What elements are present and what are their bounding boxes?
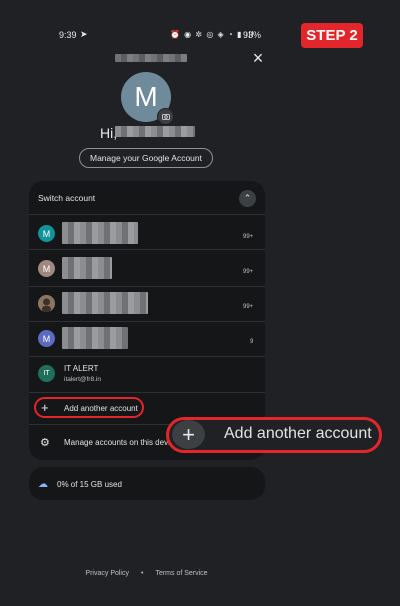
account-name-redacted[interactable] [62,222,138,244]
name-redacted [115,126,195,137]
footer: Privacy Policy • Terms of Service [0,570,293,577]
cloud-icon: ☁ [38,479,48,490]
privacy-policy-link[interactable]: Privacy Policy [85,570,129,577]
manage-accounts-button[interactable]: Manage accounts on this device [64,438,178,447]
account-email[interactable]: italert@fr8.in [64,376,101,383]
manage-accounts-icon[interactable]: ⚙ [40,436,50,449]
plus-icon[interactable]: + [41,400,49,415]
divider [29,392,265,393]
account-name-redacted[interactable] [62,327,128,349]
unread-count: 99+ [243,304,254,310]
battery-level: 93% [243,30,262,40]
status-icons: ⏰ ◉ ✲ ◎ ◈ ◔ ▮ ıll [170,30,255,39]
add-another-account-button[interactable]: Add another account [64,404,138,413]
unread-count: 99+ [243,234,254,240]
unread-count: 99+ [243,269,254,275]
step-badge: STEP 2 [301,23,363,48]
terms-of-service-link[interactable]: Terms of Service [155,570,207,577]
chevron-up-icon[interactable]: ⌃ [239,190,256,207]
divider [29,321,265,322]
separator-dot: • [141,570,144,577]
close-icon[interactable]: × [249,49,267,67]
divider [29,214,265,215]
divider [29,249,265,250]
unread-count: 9 [250,339,254,345]
account-avatar[interactable]: M [38,225,55,242]
email-redacted [115,54,187,62]
account-name[interactable]: IT ALERT [64,364,98,373]
status-time: 9:39 [59,30,77,40]
switch-account-title: Switch account [38,193,96,203]
callout-label: Add another account [224,425,372,442]
divider [29,356,265,357]
camera-icon[interactable] [157,108,174,125]
account-name-redacted[interactable] [62,257,112,279]
account-avatar[interactable]: M [38,260,55,277]
storage-usage[interactable]: 0% of 15 GB used [57,480,122,489]
send-icon: ➤ [80,29,88,39]
account-name-redacted[interactable] [62,292,148,314]
account-avatar[interactable]: IT [38,365,55,382]
manage-google-account-button[interactable]: Manage your Google Account [79,148,213,168]
plus-icon: + [172,420,205,449]
account-avatar-photo[interactable] [38,295,55,312]
divider [29,286,265,287]
account-avatar[interactable]: M [38,330,55,347]
